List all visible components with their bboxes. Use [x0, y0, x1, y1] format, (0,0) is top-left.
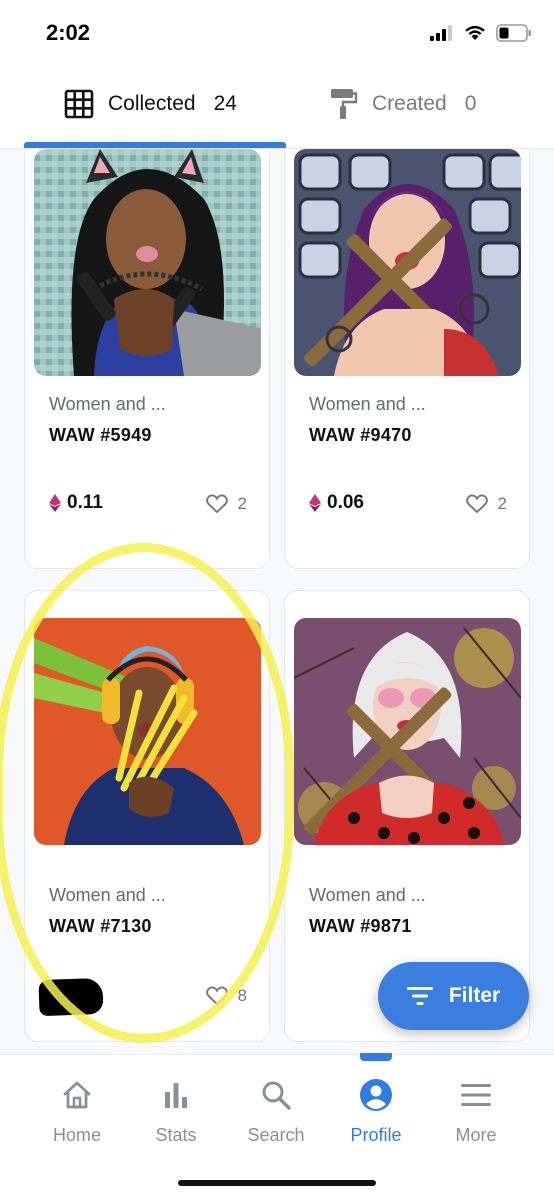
menu-icon — [461, 1084, 491, 1106]
tab-collected-count: 24 — [213, 92, 237, 115]
wifi-icon — [465, 25, 485, 40]
card-collection-name: Women and ... — [49, 394, 166, 414]
nav-label-search: Search — [247, 1125, 305, 1145]
nft-artwork — [294, 618, 521, 845]
card-likes-count: 8 — [237, 986, 247, 1005]
tab-created-label: Created — [372, 92, 447, 115]
card-token-name: WAW #5949 — [49, 425, 152, 445]
status-bar: 2:02 — [0, 0, 554, 66]
nav-item-more[interactable]: More — [426, 1077, 526, 1146]
profile-icon — [360, 1079, 392, 1111]
card-likes-count: 2 — [237, 494, 247, 513]
nft-card[interactable]: Women and ... WAW #5949 0.11 2 — [24, 149, 270, 569]
nav-label-profile: Profile — [350, 1125, 402, 1145]
tab-created-count: 0 — [464, 92, 477, 115]
nav-label-stats: Stats — [155, 1125, 197, 1145]
card-price-value: 0.06 — [327, 492, 364, 513]
nft-artwork — [34, 149, 261, 376]
ethereum-icon — [309, 494, 321, 512]
card-likes[interactable]: 8 — [205, 986, 247, 1006]
nft-artwork — [34, 618, 261, 845]
nav-item-home[interactable]: Home — [27, 1077, 127, 1146]
card-price-value: 0.11 — [67, 492, 103, 513]
card-token-name: WAW #7130 — [49, 916, 152, 936]
heart-icon — [465, 494, 488, 514]
card-likes[interactable]: 2 — [465, 494, 507, 514]
redacted-price — [38, 977, 104, 1017]
card-collection-name: Women and ... — [309, 394, 426, 414]
nav-item-stats[interactable]: Stats — [126, 1077, 226, 1146]
grid-icon — [64, 89, 94, 119]
active-nav-indicator — [360, 1053, 392, 1061]
heart-icon — [205, 494, 228, 514]
nav-label-home: Home — [52, 1125, 101, 1145]
filter-button[interactable]: Filter — [378, 962, 529, 1030]
home-icon — [63, 1081, 91, 1109]
bar-chart-icon — [165, 1083, 187, 1108]
nav-label-more: More — [455, 1125, 497, 1145]
filter-icon — [406, 987, 433, 1005]
paint-roller-icon — [331, 89, 358, 119]
card-likes-count: 2 — [497, 494, 507, 513]
home-indicator — [178, 1180, 376, 1186]
cellular-signal-icon — [430, 25, 452, 41]
profile-tabs: Collected 24 Created 0 — [0, 66, 554, 148]
card-price: 0.11 — [49, 492, 103, 514]
card-collection-name: Women and ... — [49, 885, 166, 905]
nav-item-search[interactable]: Search — [226, 1077, 326, 1146]
status-time: 2:02 — [46, 20, 91, 45]
search-icon — [262, 1081, 291, 1110]
status-icons — [430, 24, 532, 42]
tab-collected[interactable]: Collected 24 — [64, 86, 237, 122]
bottom-navigation: Home Stats Search Profile More — [0, 1053, 554, 1200]
battery-icon — [496, 24, 531, 42]
card-price: 0.06 — [309, 492, 364, 514]
card-likes[interactable]: 2 — [205, 494, 247, 514]
card-token-name: WAW #9871 — [309, 916, 412, 936]
filter-button-label: Filter — [448, 984, 501, 1007]
nav-item-profile[interactable]: Profile — [326, 1077, 426, 1146]
nft-card[interactable]: Women and ... WAW #9470 0.06 2 — [284, 149, 530, 569]
nft-card[interactable]: Women and ... WAW #7130 8 — [24, 590, 270, 1042]
heart-icon — [205, 986, 228, 1006]
tab-collected-label: Collected — [108, 92, 196, 115]
tab-created[interactable]: Created 0 — [330, 86, 476, 122]
card-collection-name: Women and ... — [309, 885, 426, 905]
card-token-name: WAW #9470 — [309, 425, 412, 445]
ethereum-icon — [49, 494, 61, 512]
nft-grid: Women and ... WAW #5949 0.11 2 Women and… — [0, 148, 554, 1054]
nft-artwork — [294, 149, 521, 376]
